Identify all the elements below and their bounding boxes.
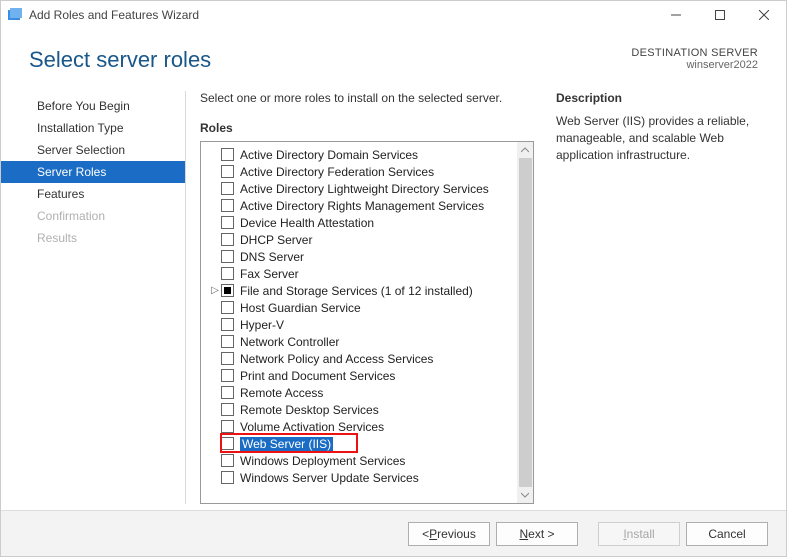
- checkbox-icon[interactable]: [221, 233, 234, 246]
- checkbox-indeterminate-icon[interactable]: [221, 284, 234, 297]
- description-panel: Description Web Server (IIS) provides a …: [534, 91, 774, 504]
- role-item[interactable]: Remote Desktop Services: [209, 401, 517, 418]
- role-item[interactable]: Network Controller: [209, 333, 517, 350]
- sidebar-item-installation-type[interactable]: Installation Type: [1, 117, 185, 139]
- role-item[interactable]: Active Directory Domain Services: [209, 146, 517, 163]
- role-item[interactable]: Hyper-V: [209, 316, 517, 333]
- roles-listbox: Active Directory Domain Services Active …: [200, 141, 534, 504]
- scroll-thumb[interactable]: [519, 158, 532, 487]
- maximize-button[interactable]: [698, 1, 742, 29]
- sidebar: Before You Begin Installation Type Serve…: [1, 91, 186, 504]
- instruction-text: Select one or more roles to install on t…: [200, 91, 534, 105]
- sidebar-item-features[interactable]: Features: [1, 183, 185, 205]
- description-text: Web Server (IIS) provides a reliable, ma…: [556, 113, 756, 163]
- sidebar-item-server-roles[interactable]: Server Roles: [1, 161, 185, 183]
- checkbox-icon[interactable]: [221, 250, 234, 263]
- role-item[interactable]: Fax Server: [209, 265, 517, 282]
- checkbox-icon[interactable]: [221, 471, 234, 484]
- checkbox-icon[interactable]: [221, 182, 234, 195]
- role-item[interactable]: DHCP Server: [209, 231, 517, 248]
- roles-list[interactable]: Active Directory Domain Services Active …: [201, 142, 517, 503]
- role-item[interactable]: Print and Document Services: [209, 367, 517, 384]
- role-item[interactable]: Device Health Attestation: [209, 214, 517, 231]
- checkbox-icon[interactable]: [221, 386, 234, 399]
- app-icon: [7, 7, 23, 23]
- checkbox-icon[interactable]: [221, 318, 234, 331]
- window-controls: [654, 1, 786, 29]
- scroll-down-icon[interactable]: [517, 487, 533, 503]
- checkbox-icon[interactable]: [221, 301, 234, 314]
- checkbox-icon[interactable]: [221, 352, 234, 365]
- role-item[interactable]: DNS Server: [209, 248, 517, 265]
- titlebar: Add Roles and Features Wizard: [1, 1, 786, 29]
- previous-button[interactable]: < PPreviousrevious: [408, 522, 490, 546]
- main-area: Before You Begin Installation Type Serve…: [1, 73, 786, 510]
- role-item[interactable]: Active Directory Federation Services: [209, 163, 517, 180]
- wizard-window: Add Roles and Features Wizard Select ser…: [0, 0, 787, 557]
- checkbox-icon[interactable]: [221, 437, 234, 450]
- role-item[interactable]: Remote Access: [209, 384, 517, 401]
- expand-icon[interactable]: ▷: [209, 285, 221, 296]
- minimize-button[interactable]: [654, 1, 698, 29]
- checkbox-icon[interactable]: [221, 335, 234, 348]
- sidebar-item-confirmation: Confirmation: [1, 205, 185, 227]
- destination-label: DESTINATION SERVER: [631, 47, 758, 59]
- role-item-web-server-iis[interactable]: Web Server (IIS): [209, 435, 517, 452]
- role-item[interactable]: Network Policy and Access Services: [209, 350, 517, 367]
- checkbox-icon[interactable]: [221, 403, 234, 416]
- sidebar-item-before-you-begin[interactable]: Before You Begin: [1, 95, 185, 117]
- description-label: Description: [556, 91, 774, 105]
- destination-block: DESTINATION SERVER winserver2022: [631, 47, 758, 73]
- roles-panel: Select one or more roles to install on t…: [200, 91, 534, 504]
- button-bar: < PPreviousrevious Next >Next > InstallI…: [1, 510, 786, 556]
- page-title: Select server roles: [29, 47, 211, 73]
- sidebar-item-server-selection[interactable]: Server Selection: [1, 139, 185, 161]
- header-area: Select server roles DESTINATION SERVER w…: [1, 29, 786, 73]
- install-button: InstallInstall: [598, 522, 680, 546]
- role-item[interactable]: Active Directory Rights Management Servi…: [209, 197, 517, 214]
- role-item[interactable]: Volume Activation Services: [209, 418, 517, 435]
- checkbox-icon[interactable]: [221, 199, 234, 212]
- role-item[interactable]: Host Guardian Service: [209, 299, 517, 316]
- cancel-button[interactable]: Cancel: [686, 522, 768, 546]
- sidebar-item-results: Results: [1, 227, 185, 249]
- role-item[interactable]: Windows Server Update Services: [209, 469, 517, 486]
- scrollbar[interactable]: [517, 142, 533, 503]
- role-item[interactable]: Windows Deployment Services: [209, 452, 517, 469]
- scroll-up-icon[interactable]: [517, 142, 533, 158]
- checkbox-icon[interactable]: [221, 454, 234, 467]
- checkbox-icon[interactable]: [221, 165, 234, 178]
- role-item-file-storage[interactable]: ▷File and Storage Services (1 of 12 inst…: [209, 282, 517, 299]
- role-item[interactable]: Active Directory Lightweight Directory S…: [209, 180, 517, 197]
- roles-section-label: Roles: [200, 121, 534, 135]
- content-area: Select one or more roles to install on t…: [186, 91, 786, 504]
- checkbox-icon[interactable]: [221, 420, 234, 433]
- next-button[interactable]: Next >Next >: [496, 522, 578, 546]
- destination-name: winserver2022: [631, 59, 758, 71]
- close-button[interactable]: [742, 1, 786, 29]
- checkbox-icon[interactable]: [221, 148, 234, 161]
- window-title: Add Roles and Features Wizard: [29, 8, 654, 22]
- checkbox-icon[interactable]: [221, 216, 234, 229]
- checkbox-icon[interactable]: [221, 369, 234, 382]
- checkbox-icon[interactable]: [221, 267, 234, 280]
